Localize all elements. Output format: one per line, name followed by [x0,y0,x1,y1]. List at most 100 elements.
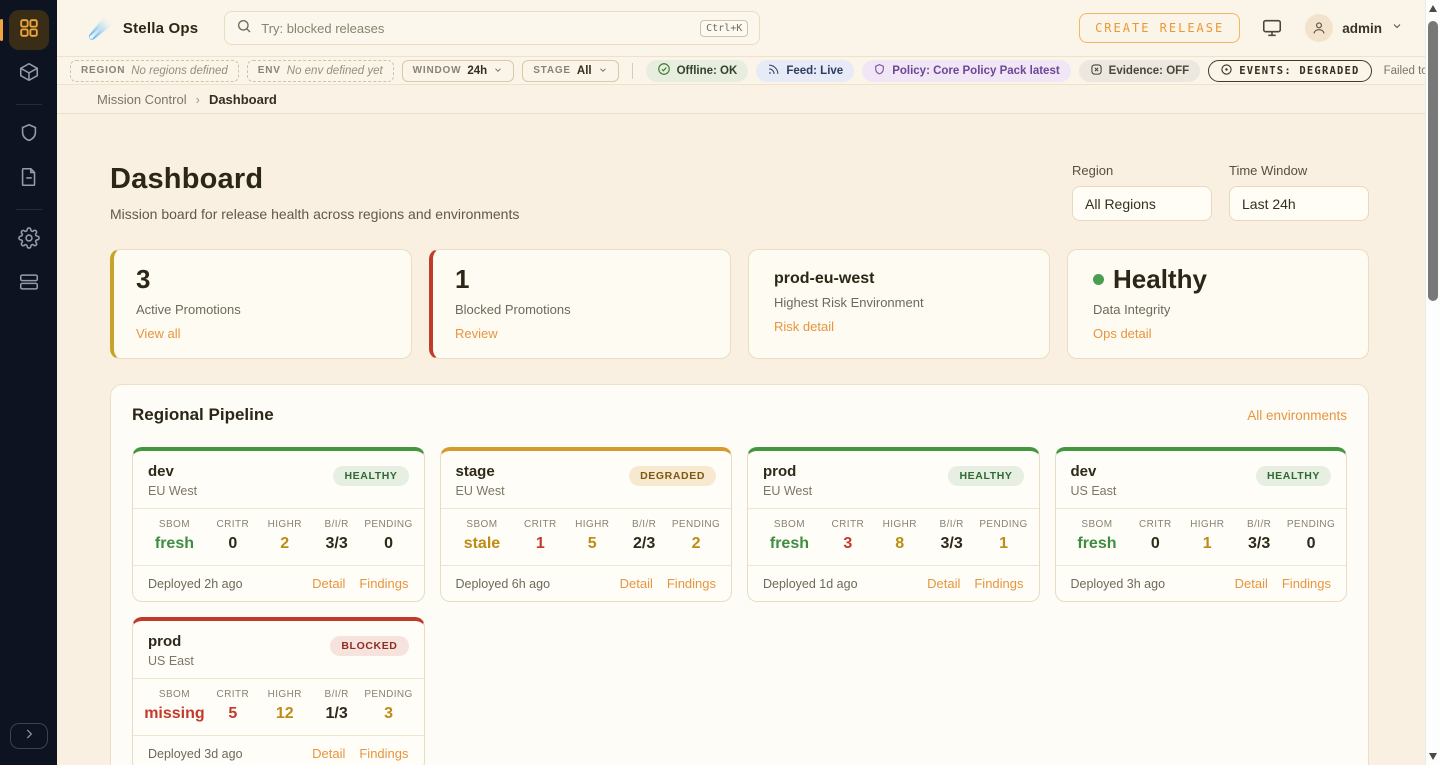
findings-link[interactable]: Findings [667,576,716,591]
stat-highr-label: HIGHR [566,519,618,530]
sidebar-item-dashboard[interactable] [9,10,49,50]
time-window-filter-select[interactable]: Last 24h [1229,186,1369,221]
stat-highr-value: 1 [1181,535,1233,553]
risk-detail-link[interactable]: Risk detail [774,319,834,334]
findings-link[interactable]: Findings [1282,576,1331,591]
stat-pending-value: 1 [978,535,1030,553]
stat-sbom-label: SBOM [757,519,822,530]
findings-link[interactable]: Findings [359,576,408,591]
scroll-down-arrow-icon[interactable] [1429,753,1437,760]
stat-highr-value: 2 [259,535,311,553]
region-context-chip[interactable]: REGION No regions defined [70,60,239,82]
events-status-chip[interactable]: EVENTS: DEGRADED [1208,60,1371,82]
stat-highr-value: 8 [874,535,926,553]
stat-highr-label: HIGHR [259,689,311,700]
breadcrumb-mission-control[interactable]: Mission Control [97,92,187,107]
sidebar-item-servers[interactable] [9,264,49,304]
active-promotions-count: 3 [136,265,389,295]
ops-detail-link[interactable]: Ops detail [1093,326,1152,341]
view-all-link[interactable]: View all [136,326,181,341]
sidebar-item-security[interactable] [9,115,49,155]
window-dropdown[interactable]: WINDOW 24h [402,60,515,82]
chevron-down-icon [493,62,503,80]
feed-status-chip[interactable]: Feed: Live [756,60,854,82]
pipeline-region: US East [1071,484,1117,498]
evidence-status-chip[interactable]: Evidence: OFF [1079,60,1201,82]
global-search[interactable]: Ctrl+K [224,11,760,45]
sidebar-item-documents[interactable] [9,159,49,199]
chevron-right-icon [22,727,36,746]
shield-icon [873,63,886,79]
sidebar-expand-button[interactable] [10,723,48,749]
time-window-filter-label: Time Window [1229,163,1369,178]
pipeline-card: dev EU West HEALTHY SBOM fresh CRITR 0 H… [132,447,425,602]
status-badge: BLOCKED [330,636,408,656]
divider [632,63,633,79]
pipeline-region: EU West [763,484,812,498]
offline-status-chip[interactable]: Offline: OK [646,60,749,82]
region-filter-label: Region [1072,163,1212,178]
search-input[interactable] [261,21,691,36]
policy-chip-label: Policy: Core Policy Pack latest [892,65,1059,77]
sidebar-divider [16,104,42,105]
regional-pipeline-panel: Regional Pipeline All environments dev E… [110,384,1369,765]
stat-bir-value: 1/3 [311,705,363,723]
detail-link[interactable]: Detail [1235,576,1268,591]
region-filter-select[interactable]: All Regions [1072,186,1212,221]
stat-sbom-label: SBOM [450,519,515,530]
monitor-icon[interactable] [1261,17,1283,39]
review-link[interactable]: Review [455,326,498,341]
pipeline-grid: dev EU West HEALTHY SBOM fresh CRITR 0 H… [132,447,1347,765]
stage-chip-value: All [577,65,592,77]
stage-dropdown[interactable]: STAGE All [522,60,618,82]
context-bar: REGION No regions defined ENV No env def… [57,57,1425,85]
stat-critr-value: 0 [1129,535,1181,553]
summary-cards: 3 Active Promotions View all 1 Blocked P… [110,249,1369,359]
sidebar-item-settings[interactable] [9,220,49,260]
chevron-right-icon: › [196,92,200,107]
sidebar-item-packages[interactable] [9,54,49,94]
target-icon [1220,63,1233,79]
detail-link[interactable]: Detail [312,576,345,591]
detail-link[interactable]: Detail [312,746,345,761]
circled-x-icon [1090,63,1103,79]
pipeline-card: stage EU West DEGRADED SBOM stale CRITR … [440,447,733,602]
detail-link[interactable]: Detail [927,576,960,591]
stat-highr-label: HIGHR [259,519,311,530]
user-menu[interactable]: admin [1305,14,1403,42]
server-stack-icon [18,271,40,298]
stat-pending-value: 2 [670,535,722,553]
create-release-button[interactable]: CREATE RELEASE [1079,13,1240,43]
env-context-chip[interactable]: ENV No env defined yet [247,60,394,82]
stat-bir-label: B/I/R [311,519,363,530]
findings-link[interactable]: Findings [359,746,408,761]
feed-chip-label: Feed: Live [786,65,843,77]
highest-risk-env: prod-eu-west [774,270,1027,288]
stat-bir-value: 2/3 [618,535,670,553]
data-integrity-status: Healthy [1093,265,1346,295]
pipeline-card: prod US East BLOCKED SBOM missing CRITR … [132,617,425,765]
env-chip-label: ENV [258,65,281,76]
stat-critr-label: CRITR [822,519,874,530]
stat-pending-label: PENDING [363,519,415,530]
blocked-promotions-count: 1 [455,265,708,295]
stat-sbom-label: SBOM [1065,519,1130,530]
policy-status-chip[interactable]: Policy: Core Policy Pack latest [862,60,1070,82]
deployed-timestamp: Deployed 2h ago [148,577,243,591]
dashboard-content: Dashboard Mission board for release heal… [57,114,1425,765]
scrollbar-thumb[interactable] [1428,21,1438,301]
scroll-up-arrow-icon[interactable] [1429,5,1437,12]
stat-bir-label: B/I/R [311,689,363,700]
detail-link[interactable]: Detail [620,576,653,591]
findings-link[interactable]: Findings [974,576,1023,591]
rss-icon [767,63,780,79]
avatar [1305,14,1333,42]
deployed-timestamp: Deployed 3d ago [148,747,243,761]
page-scrollbar[interactable] [1425,0,1440,765]
dashboard-grid-icon [18,17,40,44]
shortcut-badge: Ctrl+K [700,20,748,37]
stat-bir-value: 3/3 [926,535,978,553]
all-environments-link[interactable]: All environments [1247,408,1347,423]
stat-critr-value: 3 [822,535,874,553]
topbar: ☄️ Stella Ops Ctrl+K CREATE RELEASE admi… [57,0,1425,57]
